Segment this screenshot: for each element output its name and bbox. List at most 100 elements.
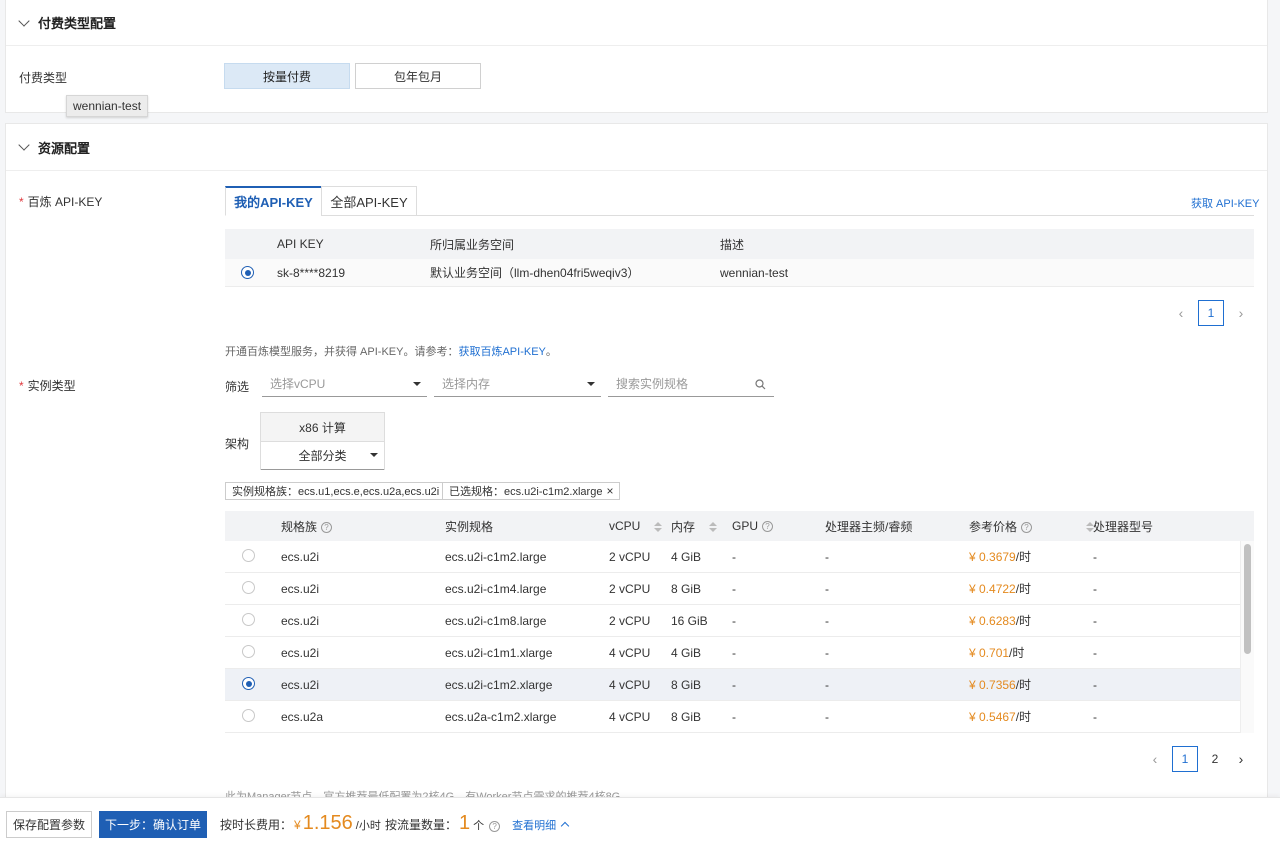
row-price: ¥ 0.701/时 xyxy=(969,644,1024,661)
page-2-button[interactable]: 2 xyxy=(1202,752,1228,766)
row-cpu-model: - xyxy=(1093,709,1097,724)
chevron-down-icon xyxy=(18,139,30,151)
page-1-button[interactable]: 1 xyxy=(1172,746,1198,772)
category-select[interactable]: 全部分类 xyxy=(261,442,384,470)
row-frequency: - xyxy=(825,549,829,564)
help-icon[interactable]: ? xyxy=(321,521,333,533)
get-apikey-link[interactable]: 获取 API-KEY xyxy=(1191,195,1259,211)
instance-radio[interactable] xyxy=(242,677,255,690)
save-config-button[interactable]: 保存配置参数 xyxy=(6,811,92,838)
row-price-unit: /时 xyxy=(1015,582,1032,596)
row-memory: 16 GiB xyxy=(671,613,708,628)
row-frequency: - xyxy=(825,645,829,660)
row-spec: ecs.u2i-c1m1.xlarge xyxy=(445,645,553,660)
apikey-hint: 开通百炼模型服务，并获得 API-KEY。请参考：获取百炼API-KEY。 xyxy=(225,343,557,359)
col-price[interactable]: 参考价格? xyxy=(969,518,1095,535)
col-workspace: 所归属业务空间 xyxy=(430,237,515,252)
col-frequency: 处理器主频/睿频 xyxy=(825,519,913,534)
row-price-value: ¥ 0.4722 xyxy=(969,582,1016,596)
apikey-pagination: ‹ 1 › xyxy=(1168,300,1254,326)
row-vcpu: 2 vCPU xyxy=(609,613,651,628)
page-1-button[interactable]: 1 xyxy=(1198,300,1224,326)
apikey-row[interactable]: sk-8****8219 默认业务空间（llm-dhen04fri5weqiv3… xyxy=(225,259,1254,287)
row-cpu-model: - xyxy=(1093,645,1097,660)
row-gpu: - xyxy=(732,677,736,692)
row-price-unit: /时 xyxy=(1015,614,1032,628)
selected-spec-tag: 已选规格：ecs.u2i-c1m2.xlarge × xyxy=(442,482,621,500)
hourly-cost: 按时长费用： ¥ 1.156 /小时 xyxy=(220,812,381,835)
row-cpu-model: - xyxy=(1093,581,1097,596)
selected-spec-tag-text: 已选规格：ecs.u2i-c1m2.xlarge xyxy=(449,486,603,498)
instance-radio[interactable] xyxy=(242,581,255,594)
tab-all-apikey[interactable]: 全部API-KEY xyxy=(321,186,417,216)
apikey-hint-tail: 。 xyxy=(545,346,557,358)
col-memory[interactable]: 内存 xyxy=(671,518,718,535)
col-api-key: API KEY xyxy=(277,237,324,251)
close-icon[interactable]: × xyxy=(606,484,613,498)
row-price-unit: /时 xyxy=(1015,550,1032,564)
instance-table-header: 规格族? 实例规格 vCPU 内存 GPU? 处理器主频/睿频 参考价格? 处理… xyxy=(225,511,1254,541)
family-filter-tag: 实例规格族：ecs.u1,ecs.e,ecs.u2a,ecs.u2i xyxy=(225,482,447,500)
sort-icon[interactable] xyxy=(654,521,663,532)
billing-card: 付费类型配置 xyxy=(5,0,1268,113)
caret-down-icon xyxy=(370,453,378,457)
instance-type-label-text: 实例类型 xyxy=(27,379,76,393)
chevron-up-icon[interactable] xyxy=(560,821,570,831)
next-page-icon[interactable]: › xyxy=(1228,751,1254,767)
category-select-value: 全部分类 xyxy=(298,449,347,463)
instance-row[interactable]: ecs.u2i ecs.u2i-c1m2.xlarge 4 vCPU 8 GiB - - -… xyxy=(225,669,1240,701)
row-gpu: - xyxy=(732,581,736,596)
table-scrollbar[interactable] xyxy=(1240,541,1254,733)
row-family: ecs.u2a xyxy=(281,709,324,724)
help-icon[interactable]: ? xyxy=(489,821,501,832)
row-price: ¥ 0.6283/时 xyxy=(969,612,1031,629)
instance-row[interactable]: ecs.u2i ecs.u2i-c1m4.large 2 vCPU 8 GiB - - - ¥… xyxy=(225,573,1240,605)
search-icon[interactable] xyxy=(755,379,766,390)
next-page-icon[interactable]: › xyxy=(1228,305,1254,321)
resource-section-header[interactable]: 资源配置 xyxy=(6,124,1267,171)
instance-row[interactable]: ecs.u2i ecs.u2i-c1m2.large 2 vCPU 4 GiB - - - ¥… xyxy=(225,541,1240,573)
row-price-value: ¥ 0.6283 xyxy=(969,614,1016,628)
prev-page-icon[interactable]: ‹ xyxy=(1168,305,1194,321)
row-spec: ecs.u2i-c1m8.large xyxy=(445,613,547,628)
pay-as-you-go-option[interactable]: 按量付费 xyxy=(224,63,350,89)
currency-symbol: ¥ xyxy=(294,818,301,832)
instance-row[interactable]: ecs.u2a ecs.u2a-c1m2.xlarge 4 vCPU 8 GiB - - -… xyxy=(225,701,1240,733)
instance-radio[interactable] xyxy=(242,709,255,722)
apikey-value: sk-8****8219 xyxy=(277,265,346,280)
instance-radio[interactable] xyxy=(242,613,255,626)
row-gpu: - xyxy=(732,645,736,660)
row-price-unit: /时 xyxy=(1015,710,1032,724)
col-vcpu-label: vCPU xyxy=(609,519,641,533)
row-gpu: - xyxy=(732,613,736,628)
row-family: ecs.u2i xyxy=(281,613,320,628)
arch-x86-option[interactable]: x86 计算 xyxy=(261,413,384,442)
help-icon[interactable]: ? xyxy=(762,521,774,533)
col-vcpu[interactable]: vCPU xyxy=(609,519,663,533)
prev-page-icon[interactable]: ‹ xyxy=(1142,751,1168,767)
instance-radio[interactable] xyxy=(242,645,255,658)
row-frequency: - xyxy=(825,581,829,596)
apikey-radio[interactable] xyxy=(241,266,254,279)
subscription-option[interactable]: 包年包月 xyxy=(355,63,481,89)
vcpu-select[interactable]: 选择vCPU xyxy=(262,371,427,397)
instance-row[interactable]: ecs.u2i ecs.u2i-c1m8.large 2 vCPU 16 GiB - - -… xyxy=(225,605,1240,637)
spec-search-input[interactable]: 搜索实例规格 xyxy=(608,371,774,397)
instance-pagination: ‹ 1 2 › xyxy=(1142,746,1254,772)
sort-icon[interactable] xyxy=(709,522,718,533)
view-details-link[interactable]: 查看明细 xyxy=(512,817,556,833)
next-confirm-order-button[interactable]: 下一步：确认订单 xyxy=(99,811,207,838)
instance-row[interactable]: ecs.u2i ecs.u2i-c1m1.xlarge 4 vCPU 4 GiB - - -… xyxy=(225,637,1240,669)
billing-section-header[interactable]: 付费类型配置 xyxy=(6,0,1267,46)
tab-my-apikey[interactable]: 我的API-KEY xyxy=(225,186,322,216)
row-spec: ecs.u2i-c1m2.xlarge xyxy=(445,677,553,692)
row-cpu-model: - xyxy=(1093,549,1097,564)
row-price-value: ¥ 0.7356 xyxy=(969,678,1016,692)
help-icon[interactable]: ? xyxy=(1021,521,1033,533)
row-memory: 8 GiB xyxy=(671,709,702,724)
billing-type-label: 付费类型 xyxy=(19,71,68,85)
instance-radio[interactable] xyxy=(242,549,255,562)
apikey-hint-link[interactable]: 获取百炼API-KEY xyxy=(458,346,545,358)
memory-select[interactable]: 选择内存 xyxy=(434,371,601,397)
scrollbar-thumb[interactable] xyxy=(1244,544,1251,654)
